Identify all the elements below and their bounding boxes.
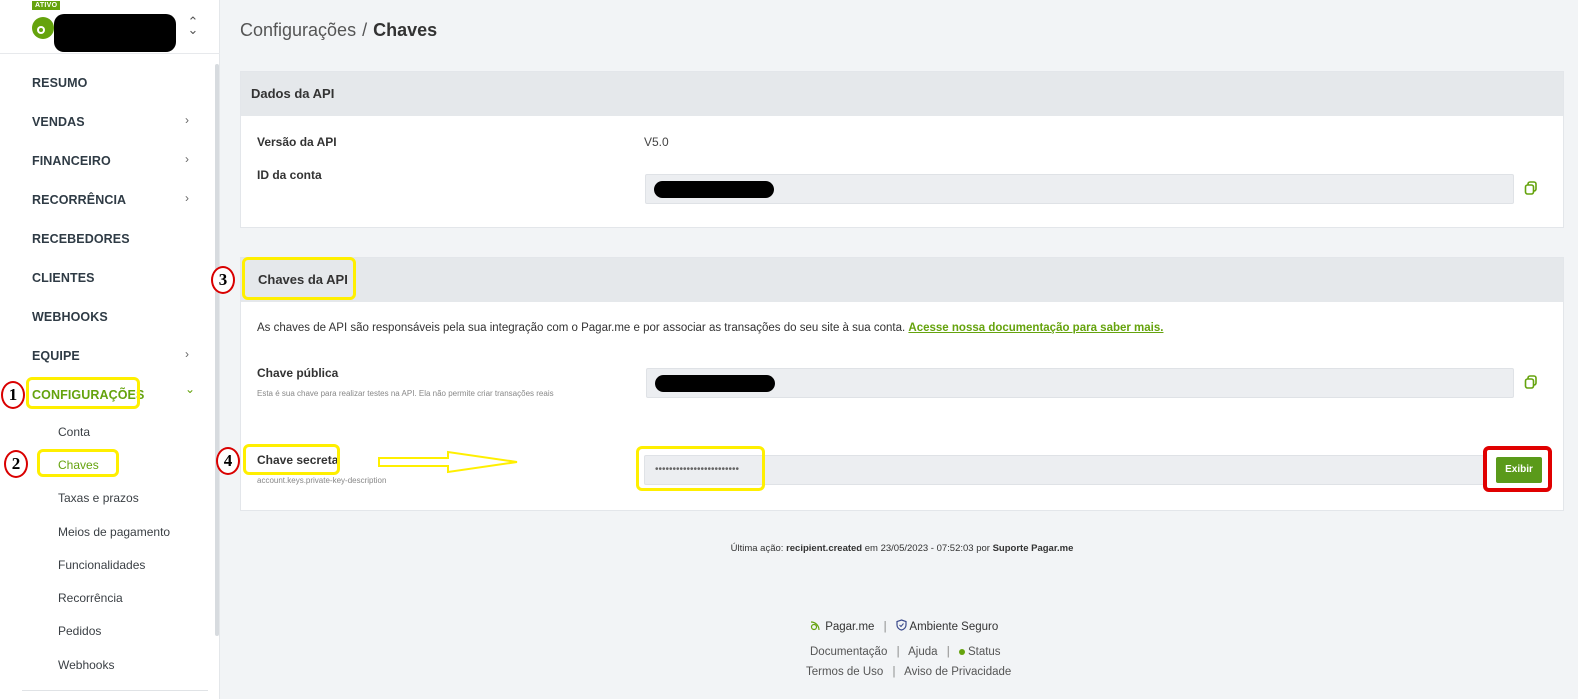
highlight-box [243,444,340,475]
sidebar-item-label: RECEBEDORES [32,232,130,246]
divider [22,690,208,691]
annotation-number: 3 [211,266,235,294]
public-key-field[interactable] [646,368,1514,398]
chevron-down-icon: ⌄ [185,382,196,396]
sidebar-item-label: RESUMO [32,76,88,90]
copy-icon[interactable] [1523,180,1539,196]
sidebar-subitem-webhooks[interactable]: Webhooks [58,658,114,672]
last-action-prefix: Última ação: [730,543,784,554]
account-id-field[interactable] [645,174,1514,204]
card-header: Dados da API [241,72,1563,116]
sidebar-item-label: FINANCEIRO [32,154,111,168]
highlight-box [26,377,140,409]
breadcrumb-separator: / [362,20,368,40]
documentation-link[interactable]: Acesse nossa documentação para saber mai… [908,322,1163,334]
sidebar-item-label: WEBHOOKS [32,310,108,324]
highlight-box [636,446,765,491]
api-version-label: Versão da API [257,135,337,149]
redacted-value [655,375,775,392]
account-switcher[interactable]: ATIVO ⌃ ⌄ [0,0,220,54]
footer-links-row-2: Termos de Uso | Aviso de Privacidade [806,666,1012,678]
sidebar-item-label: CLIENTES [32,271,95,285]
annotation-number: 1 [1,381,25,409]
chevron-right-icon: › [185,191,189,205]
annotation-number: 2 [4,450,28,478]
description-text: As chaves de API são responsáveis pela s… [257,322,906,334]
footer-brand-name: Pagar.me [825,621,875,633]
sidebar-subitem-conta[interactable]: Conta [58,425,90,439]
footer-brand: Pagar.me | Ambiente Seguro [810,619,998,633]
last-action-user: Suporte Pagar.me [992,543,1074,554]
chevron-up-down-icon[interactable]: ⌃ ⌄ [187,15,199,36]
copy-icon[interactable] [1523,374,1539,390]
secret-key-field[interactable]: •••••••••••••••••••••••• [644,455,1484,485]
public-key-label: Chave pública [257,366,339,380]
chevron-right-icon: › [185,347,189,361]
annotation-number: 4 [216,447,240,475]
sidebar-subitem-funcionalidades[interactable]: Funcionalidades [58,558,145,572]
documentation-link[interactable]: Documentação [810,646,887,658]
account-id-label: ID da conta [257,168,322,182]
sidebar-subitem-taxas-e-prazos[interactable]: Taxas e prazos [58,491,139,505]
status-dot-icon [958,648,965,655]
secure-environment-label: Ambiente Seguro [909,621,999,633]
sidebar-item-label: EQUIPE [32,349,80,363]
last-action-detail: em 23/05/2023 - 07:52:03 por [864,543,990,554]
last-action-event: recipient.created [786,543,863,554]
help-link[interactable]: Ajuda [908,646,937,658]
footer-links-row-1: Documentação | Ajuda | Status [810,646,1001,658]
page-title: Chaves [373,20,438,40]
status-badge: ATIVO [32,1,61,10]
sidebar-item-label: RECORRÊNCIA [32,193,127,207]
api-keys-description: As chaves de API são responsáveis pela s… [257,322,1163,334]
breadcrumb-parent[interactable]: Configurações [240,20,356,40]
secret-key-hint: account.keys.private-key-description [257,476,387,485]
breadcrumb: Configurações / Chaves [240,20,437,41]
api-version-value: V5.0 [644,135,669,149]
pagarme-logo-icon [32,17,54,39]
chevron-right-icon: › [185,113,189,127]
arrow-annotation-icon [378,450,518,474]
status-link[interactable]: Status [958,646,1001,658]
highlight-box [242,257,356,300]
card-header: Chaves da API [241,258,1563,302]
sidebar-subitem-recorrencia[interactable]: Recorrência [58,591,123,605]
chevron-right-icon: › [185,152,189,166]
terms-link[interactable]: Termos de Uso [806,666,883,678]
sidebar-item-label: VENDAS [32,115,85,129]
api-data-card: Dados da API Versão da API V5.0 ID da co… [240,71,1564,228]
sidebar: ATIVO ⌃ ⌄ RESUMO VENDAS › FINANCEIRO › RE… [0,0,220,699]
redacted-account-name [54,14,176,52]
last-action-text: Última ação: recipient.created em 23/05/… [0,543,1578,554]
public-key-hint: Esta é sua chave para realizar testes na… [257,389,554,398]
shield-icon [896,619,907,631]
highlight-box [37,449,119,477]
privacy-link[interactable]: Aviso de Privacidade [904,666,1011,678]
card-title: Dados da API [251,86,335,101]
highlight-box [1483,446,1552,492]
sidebar-subitem-pedidos[interactable]: Pedidos [58,624,101,638]
sidebar-subitem-meios-de-pagamento[interactable]: Meios de pagamento [58,525,170,539]
redacted-value [654,181,774,198]
pagarme-icon [810,621,820,631]
